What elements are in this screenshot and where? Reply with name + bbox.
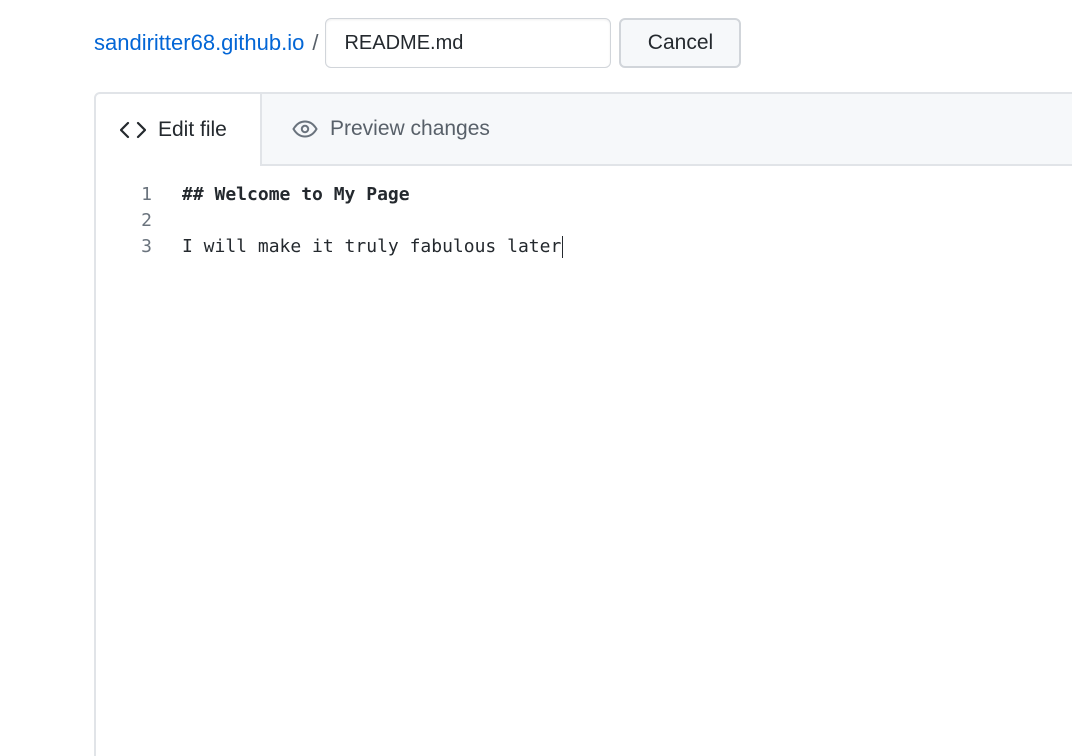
code-editor[interactable]: 1 ## Welcome to My Page 2 3 I will make … [96,182,1072,260]
breadcrumb: sandiritter68.github.io / Cancel [94,18,742,68]
editor-tab-bar: Edit file Preview changes [96,94,1072,166]
tab-edit-file[interactable]: Edit file [96,94,262,166]
repo-link[interactable]: sandiritter68.github.io [94,30,304,56]
file-editor: Edit file Preview changes 1 ## Welcome t… [94,92,1072,756]
cancel-button[interactable]: Cancel [619,18,742,68]
code-line: 3 I will make it truly fabulous later [96,234,1072,260]
line-text[interactable]: ## Welcome to My Page [182,182,410,208]
edit-file-page: sandiritter68.github.io / Cancel Edit fi… [0,0,1072,756]
code-line: 1 ## Welcome to My Page [96,182,1072,208]
code-icon [120,121,146,139]
tab-preview-changes[interactable]: Preview changes [292,94,490,164]
line-text-content: I will make it truly fabulous later [182,236,562,257]
breadcrumb-separator: / [312,30,319,55]
filename-input[interactable] [325,18,612,68]
line-number: 1 [141,184,152,205]
text-caret [562,236,564,258]
tab-preview-changes-label: Preview changes [330,117,490,140]
line-number: 2 [141,210,152,231]
line-text-with-caret[interactable]: I will make it truly fabulous later [182,234,564,260]
eye-icon [292,120,318,138]
line-number: 3 [141,236,152,257]
tab-edit-file-label: Edit file [158,118,227,141]
code-line: 2 [96,208,1072,234]
